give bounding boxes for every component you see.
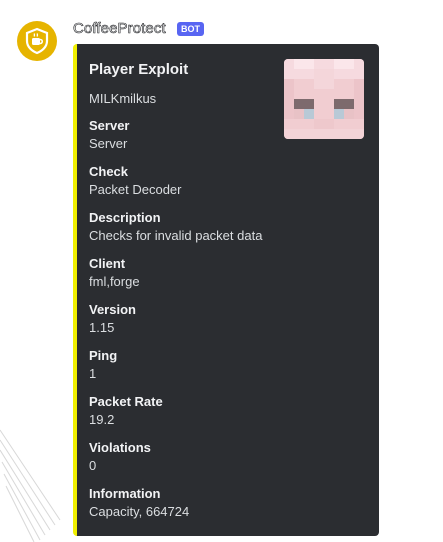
embed-field: Version 1.15	[89, 300, 369, 346]
field-name: Server	[89, 118, 130, 133]
field-value: Checks for invalid packet data	[89, 228, 263, 243]
embed-fields: Server Server Check Packet Decoder Descr…	[89, 116, 369, 530]
embed-field: Violations 0	[89, 438, 369, 484]
username[interactable]: CoffeeProtect	[73, 20, 166, 38]
field-value: 1	[89, 366, 97, 381]
bot-tag: BOT	[177, 22, 204, 36]
field-name: Ping	[89, 348, 118, 363]
embed-field: Description Checks for invalid packet da…	[89, 208, 369, 254]
field-name: Packet Rate	[89, 394, 163, 409]
field-value: 0	[89, 458, 97, 473]
embed-field: Packet Rate 19.2	[89, 392, 369, 438]
embed-description: MILKmilkus	[89, 91, 157, 106]
field-name: Description	[89, 210, 161, 225]
field-value: 1.15	[89, 320, 115, 335]
field-name: Information	[89, 486, 161, 501]
embed-field: Server Server	[89, 116, 369, 162]
field-name: Version	[89, 302, 136, 317]
field-value: Packet Decoder	[89, 182, 182, 197]
embed-title: Player Exploit	[89, 61, 189, 78]
field-value: Capacity, 664724	[89, 504, 190, 519]
embed-field: Information Capacity, 664724	[89, 484, 369, 530]
field-name: Violations	[89, 440, 151, 455]
field-value: 19.2	[89, 412, 115, 427]
embed-field: Check Packet Decoder	[89, 162, 369, 208]
field-value: Server	[89, 136, 128, 151]
field-name: Check	[89, 164, 129, 179]
embed-field: Ping 1	[89, 346, 369, 392]
coffee-shield-icon	[25, 27, 49, 55]
embed: Player Exploit MILKmilkus Server Server	[73, 44, 379, 536]
field-name: Client	[89, 256, 126, 271]
field-value: fml,forge	[89, 274, 140, 289]
avatar[interactable]	[17, 21, 57, 61]
embed-field: Client fml,forge	[89, 254, 369, 300]
